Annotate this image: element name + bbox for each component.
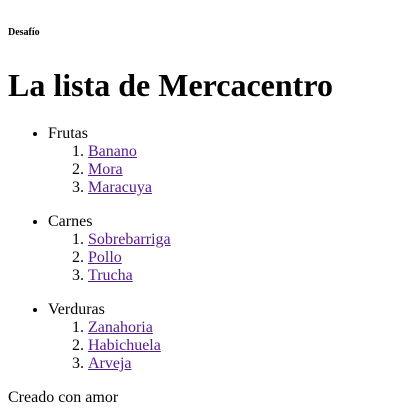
list-item: Arveja: [88, 355, 408, 373]
category-label: Verduras: [48, 301, 105, 318]
category-verduras: Verduras Zanahoria Habichuela Arveja: [48, 301, 408, 373]
item-link-mora[interactable]: Mora: [88, 161, 123, 178]
category-carnes: Carnes Sobrebarriga Pollo Trucha: [48, 213, 408, 285]
page: Desafío La lista de Mercacentro Frutas B…: [0, 0, 416, 407]
item-link-habichuela[interactable]: Habichuela: [88, 337, 161, 354]
footer-text: Creado con amor: [8, 389, 119, 406]
item-link-maracuya[interactable]: Maracuya: [88, 179, 152, 196]
item-list-frutas: Banano Mora Maracuya: [48, 143, 408, 197]
list-item: Zanahoria: [88, 319, 408, 337]
list-item: Sobrebarriga: [88, 231, 408, 249]
category-label: Frutas: [48, 125, 88, 142]
list-item: Habichuela: [88, 337, 408, 355]
item-list-verduras: Zanahoria Habichuela Arveja: [48, 319, 408, 373]
list-item: Mora: [88, 161, 408, 179]
category-list: Frutas Banano Mora Maracuya Carnes Sobre…: [8, 125, 408, 373]
category-frutas: Frutas Banano Mora Maracuya: [48, 125, 408, 197]
item-link-arveja[interactable]: Arveja: [88, 355, 132, 372]
list-item: Trucha: [88, 267, 408, 285]
page-title: La lista de Mercacentro: [8, 67, 333, 103]
list-item: Pollo: [88, 249, 408, 267]
list-item: Maracuya: [88, 179, 408, 197]
item-link-trucha[interactable]: Trucha: [88, 267, 133, 284]
item-list-carnes: Sobrebarriga Pollo Trucha: [48, 231, 408, 285]
item-link-zanahoria[interactable]: Zanahoria: [88, 319, 153, 336]
list-item: Banano: [88, 143, 408, 161]
category-label: Carnes: [48, 213, 93, 230]
page-kicker: Desafío: [8, 27, 40, 38]
item-link-sobrebarriga[interactable]: Sobrebarriga: [88, 231, 171, 248]
item-link-pollo[interactable]: Pollo: [88, 249, 122, 266]
item-link-banano[interactable]: Banano: [88, 143, 137, 160]
